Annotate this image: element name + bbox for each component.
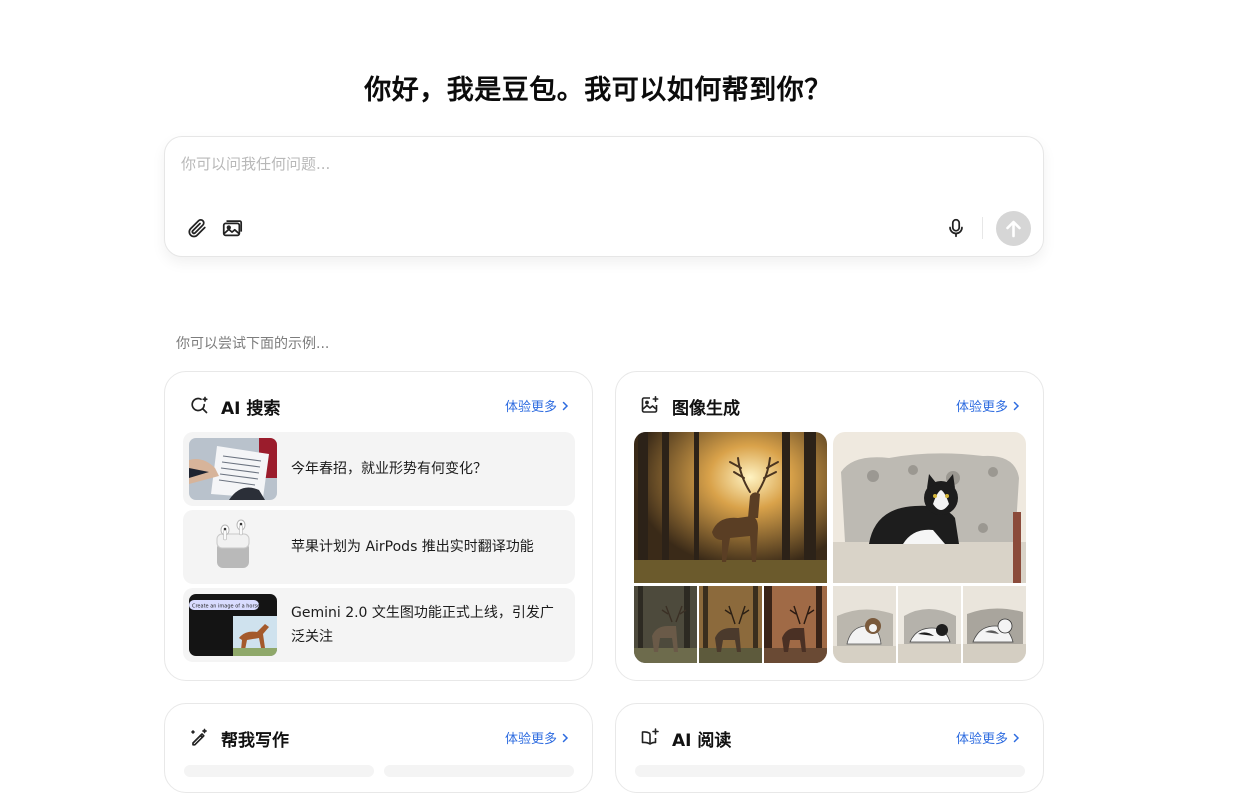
- page-title: 你好，我是豆包。我可以如何帮到你？: [364, 75, 832, 106]
- news-item[interactable]: 苹果计划为 AirPods 推出实时翻译功能: [183, 510, 575, 584]
- search-sparkle-icon: [189, 395, 209, 415]
- news-title: 苹果计划为 AirPods 推出实时翻译功能: [291, 539, 534, 555]
- cat-thumb-2[interactable]: [898, 586, 961, 663]
- cat-image[interactable]: [833, 432, 1026, 583]
- image-more-link[interactable]: 体验更多: [956, 396, 1021, 415]
- reading-example-pill[interactable]: [635, 765, 1025, 777]
- deer-thumb-2[interactable]: [699, 586, 762, 663]
- chevron-right-icon: [1011, 400, 1021, 412]
- airpods-photo-thumbnail: [189, 516, 277, 578]
- chevron-right-icon: [560, 400, 570, 412]
- chat-input[interactable]: [179, 151, 1023, 195]
- image-generation-card: 图像生成 体验更多: [615, 371, 1044, 681]
- news-item[interactable]: 今年春招，就业形势有何变化？: [183, 432, 575, 506]
- ai-search-card: AI 搜索 体验更多 今年春招，就业形势有何变化？ 苹果计划为 AirPods …: [164, 371, 593, 681]
- cat-thumb-1[interactable]: [833, 586, 896, 663]
- search-more-link[interactable]: 体验更多: [505, 396, 570, 415]
- book-sparkle-icon: [640, 727, 660, 747]
- chevron-right-icon: [1011, 732, 1021, 744]
- examples-hint: 你可以尝试下面的示例...: [176, 336, 330, 352]
- writing-example-pill[interactable]: [184, 765, 374, 777]
- card-title: 帮我写作: [221, 731, 289, 751]
- reading-more-link[interactable]: 体验更多: [956, 728, 1021, 747]
- news-item[interactable]: Create an image of a horse Gemini 2.0 文生…: [183, 588, 575, 662]
- more-label: 体验更多: [504, 732, 557, 747]
- page: 你好，我是豆包。我可以如何帮到你？ 你可以问我任何问题... 你可以尝试下面的示…: [0, 0, 1234, 793]
- paperclip-icon[interactable]: [186, 217, 208, 239]
- horse-screenshot-thumbnail: Create an image of a horse: [189, 594, 277, 656]
- thumb-caption: Create an image of a horse: [192, 604, 260, 610]
- document-photo-thumbnail: [189, 438, 277, 500]
- card-title: AI 阅读: [672, 731, 732, 751]
- news-title: Gemini 2.0 文生图功能正式上线，引发广泛关注: [291, 605, 554, 645]
- card-title: AI 搜索: [221, 399, 281, 419]
- more-label: 体验更多: [504, 400, 557, 415]
- chevron-right-icon: [560, 732, 570, 744]
- chat-input-box: [164, 136, 1044, 257]
- deer-thumb-1[interactable]: [634, 586, 697, 663]
- more-label: 体验更多: [955, 732, 1008, 747]
- image-sparkle-icon: [640, 395, 660, 415]
- arrow-up-icon: [1006, 220, 1021, 238]
- magic-pen-icon: [189, 727, 209, 747]
- send-button[interactable]: [996, 211, 1031, 246]
- deer-image[interactable]: [634, 432, 827, 583]
- reading-card: AI 阅读 体验更多: [615, 703, 1044, 793]
- news-title: 今年春招，就业形势有何变化？: [291, 461, 487, 477]
- card-title: 图像生成: [672, 399, 740, 419]
- image-upload-icon[interactable]: [221, 217, 243, 239]
- microphone-icon[interactable]: [945, 217, 967, 239]
- deer-thumb-3[interactable]: [764, 586, 827, 663]
- writing-card: 帮我写作 体验更多: [164, 703, 593, 793]
- toolbar-divider: [982, 217, 983, 239]
- cat-thumb-3[interactable]: [963, 586, 1026, 663]
- more-label: 体验更多: [955, 400, 1008, 415]
- writing-example-pill[interactable]: [384, 765, 574, 777]
- writing-more-link[interactable]: 体验更多: [505, 728, 570, 747]
